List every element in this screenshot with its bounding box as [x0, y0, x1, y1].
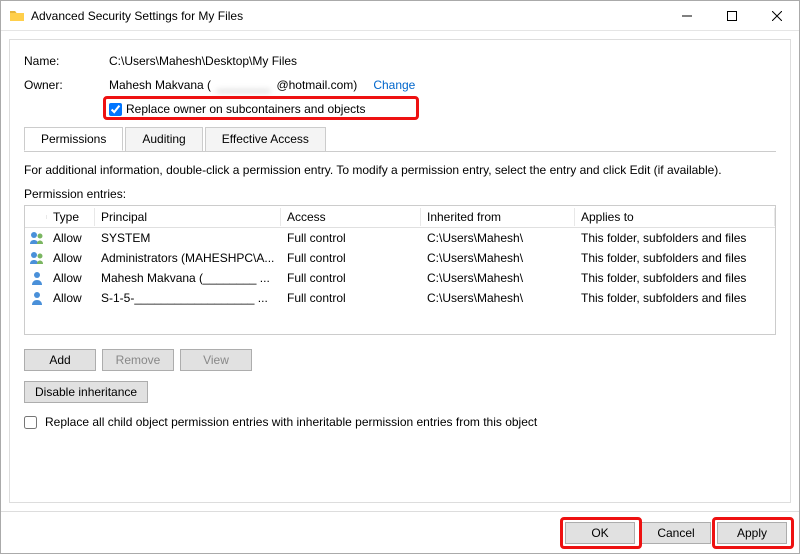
cell-applies: This folder, subfolders and files	[575, 289, 775, 307]
cell-type: Allow	[47, 289, 95, 307]
security-settings-window: Advanced Security Settings for My Files …	[0, 0, 800, 554]
cell-inherited: C:\Users\Mahesh\	[421, 229, 575, 247]
tab-permissions[interactable]: Permissions	[24, 127, 123, 151]
disable-inheritance-button[interactable]: Disable inheritance	[24, 381, 148, 403]
table-row[interactable]: AllowAdministrators (MAHESHPC\A...Full c…	[25, 248, 775, 268]
titlebar: Advanced Security Settings for My Files	[1, 1, 799, 31]
cell-inherited: C:\Users\Mahesh\	[421, 249, 575, 267]
cell-access: Full control	[281, 229, 421, 247]
name-label: Name:	[24, 54, 109, 68]
folder-icon	[9, 8, 25, 24]
entries-label: Permission entries:	[24, 187, 776, 201]
col-principal[interactable]: Principal	[95, 208, 281, 226]
cell-applies: This folder, subfolders and files	[575, 269, 775, 287]
cell-access: Full control	[281, 289, 421, 307]
owner-value-blur: ________	[217, 78, 270, 92]
info-text: For additional information, double-click…	[24, 163, 776, 177]
tab-auditing[interactable]: Auditing	[125, 127, 202, 151]
cell-type: Allow	[47, 269, 95, 287]
replace-all-label: Replace all child object permission entr…	[45, 415, 537, 429]
cell-principal: Mahesh Makvana (________ ...	[95, 269, 281, 287]
permission-table: Type Principal Access Inherited from App…	[24, 205, 776, 335]
cell-access: Full control	[281, 269, 421, 287]
ok-button[interactable]: OK	[565, 522, 635, 544]
col-inherited[interactable]: Inherited from	[421, 208, 575, 226]
user-icon	[25, 268, 47, 288]
col-access[interactable]: Access	[281, 208, 421, 226]
table-row[interactable]: AllowMahesh Makvana (________ ...Full co…	[25, 268, 775, 288]
user-icon	[25, 288, 47, 308]
add-button[interactable]: Add	[24, 349, 96, 371]
cell-principal: Administrators (MAHESHPC\A...	[95, 249, 281, 267]
dialog-footer: OK Cancel Apply	[1, 511, 799, 553]
view-button[interactable]: View	[180, 349, 252, 371]
table-row[interactable]: AllowSYSTEMFull controlC:\Users\Mahesh\T…	[25, 228, 775, 248]
tab-effective-access[interactable]: Effective Access	[205, 127, 326, 151]
replace-owner-checkbox[interactable]	[109, 103, 122, 116]
name-value: C:\Users\Mahesh\Desktop\My Files	[109, 54, 297, 68]
users-icon	[25, 248, 47, 268]
remove-button[interactable]: Remove	[102, 349, 174, 371]
cell-access: Full control	[281, 249, 421, 267]
close-button[interactable]	[754, 1, 799, 31]
owner-value-suffix: @hotmail.com)	[276, 78, 357, 92]
col-applies[interactable]: Applies to	[575, 208, 775, 226]
cell-inherited: C:\Users\Mahesh\	[421, 269, 575, 287]
replace-all-checkbox[interactable]	[24, 416, 37, 429]
minimize-button[interactable]	[664, 1, 709, 31]
replace-owner-label: Replace owner on subcontainers and objec…	[126, 102, 365, 116]
window-title: Advanced Security Settings for My Files	[31, 9, 243, 23]
cell-applies: This folder, subfolders and files	[575, 249, 775, 267]
table-row[interactable]: AllowS-1-5-__________________ ...Full co…	[25, 288, 775, 308]
cell-type: Allow	[47, 249, 95, 267]
cell-inherited: C:\Users\Mahesh\	[421, 289, 575, 307]
cancel-button[interactable]: Cancel	[641, 522, 711, 544]
cell-type: Allow	[47, 229, 95, 247]
apply-button[interactable]: Apply	[717, 522, 787, 544]
col-type[interactable]: Type	[47, 208, 95, 226]
owner-label: Owner:	[24, 78, 109, 92]
cell-principal: SYSTEM	[95, 229, 281, 247]
cell-principal: S-1-5-__________________ ...	[95, 289, 281, 307]
tabs: Permissions Auditing Effective Access	[24, 127, 776, 152]
owner-value-prefix: Mahesh Makvana (	[109, 78, 211, 92]
users-icon	[25, 228, 47, 248]
change-owner-link[interactable]: Change	[373, 78, 415, 92]
maximize-button[interactable]	[709, 1, 754, 31]
cell-applies: This folder, subfolders and files	[575, 229, 775, 247]
table-header: Type Principal Access Inherited from App…	[25, 206, 775, 228]
